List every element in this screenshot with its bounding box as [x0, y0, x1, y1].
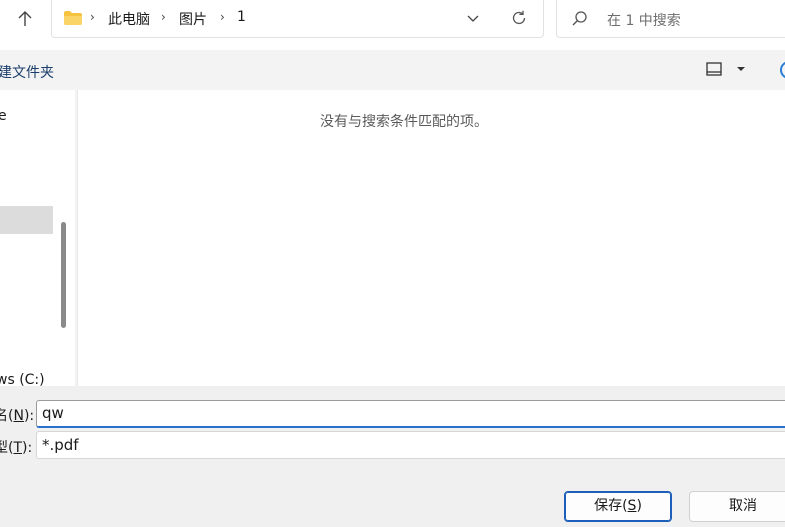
- command-bar: 建文件夹: [0, 50, 785, 90]
- search-placeholder: 在 1 中搜索: [607, 13, 681, 29]
- top-bar: › 此电脑 › 图片 › 1 在 1 中搜索: [0, 0, 785, 50]
- search-box[interactable]: 在 1 中搜索: [556, 0, 785, 38]
- new-folder-button[interactable]: 建文件夹: [0, 62, 54, 82]
- nav-item-selected[interactable]: [0, 206, 53, 234]
- view-dropdown-icon[interactable]: [736, 65, 746, 73]
- cancel-button[interactable]: 取消: [689, 491, 785, 522]
- breadcrumb-pictures[interactable]: 图片: [179, 9, 207, 29]
- nav-item[interactable]: e: [0, 108, 7, 124]
- help-icon[interactable]: [780, 61, 785, 79]
- file-list[interactable]: 没有与搜索条件匹配的项。: [77, 90, 785, 386]
- breadcrumb-chevron-icon: ›: [220, 10, 225, 24]
- save-form: 名(N): qw 型(T): *.pdf 保存(S) 取消: [0, 386, 785, 527]
- chevron-down-icon[interactable]: [466, 11, 480, 25]
- arrow-up-icon: [18, 11, 32, 26]
- breadcrumb-folder-1[interactable]: 1: [237, 9, 246, 25]
- navigation-pane: e ws (C:): [0, 90, 75, 388]
- up-button[interactable]: [8, 4, 42, 34]
- save-button[interactable]: 保存(S): [564, 491, 672, 522]
- search-icon: [572, 11, 587, 26]
- nav-scrollbar[interactable]: [61, 222, 66, 328]
- breadcrumb-chevron-icon: ›: [90, 10, 95, 24]
- view-icon[interactable]: [706, 62, 722, 76]
- filename-input[interactable]: qw: [36, 400, 785, 428]
- breadcrumb-this-pc[interactable]: 此电脑: [108, 9, 150, 29]
- refresh-icon[interactable]: [510, 9, 528, 27]
- empty-message: 没有与搜索条件匹配的项。: [320, 114, 488, 130]
- filetype-select[interactable]: *.pdf: [36, 431, 785, 459]
- filename-label: 名(N):: [0, 408, 35, 424]
- filetype-label: 型(T):: [0, 440, 33, 456]
- folder-icon: [64, 11, 82, 25]
- breadcrumb-chevron-icon: ›: [161, 10, 166, 24]
- address-bar[interactable]: › 此电脑 › 图片 › 1: [51, 0, 544, 38]
